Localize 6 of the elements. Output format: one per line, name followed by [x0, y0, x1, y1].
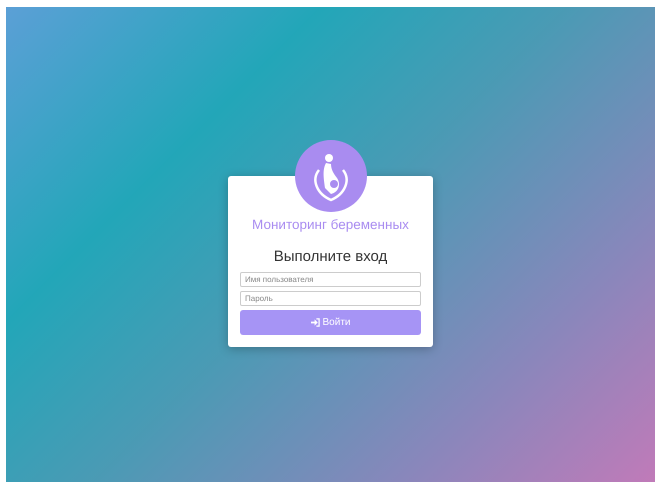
sign-in-icon: [310, 318, 320, 327]
password-field[interactable]: Пароль: [240, 291, 421, 306]
username-field[interactable]: Имя пользователя: [240, 272, 421, 287]
form-title: Выполните вход: [274, 248, 388, 265]
app-title: Мониторинг беременных: [252, 217, 409, 232]
login-button[interactable]: Войти: [240, 310, 421, 335]
